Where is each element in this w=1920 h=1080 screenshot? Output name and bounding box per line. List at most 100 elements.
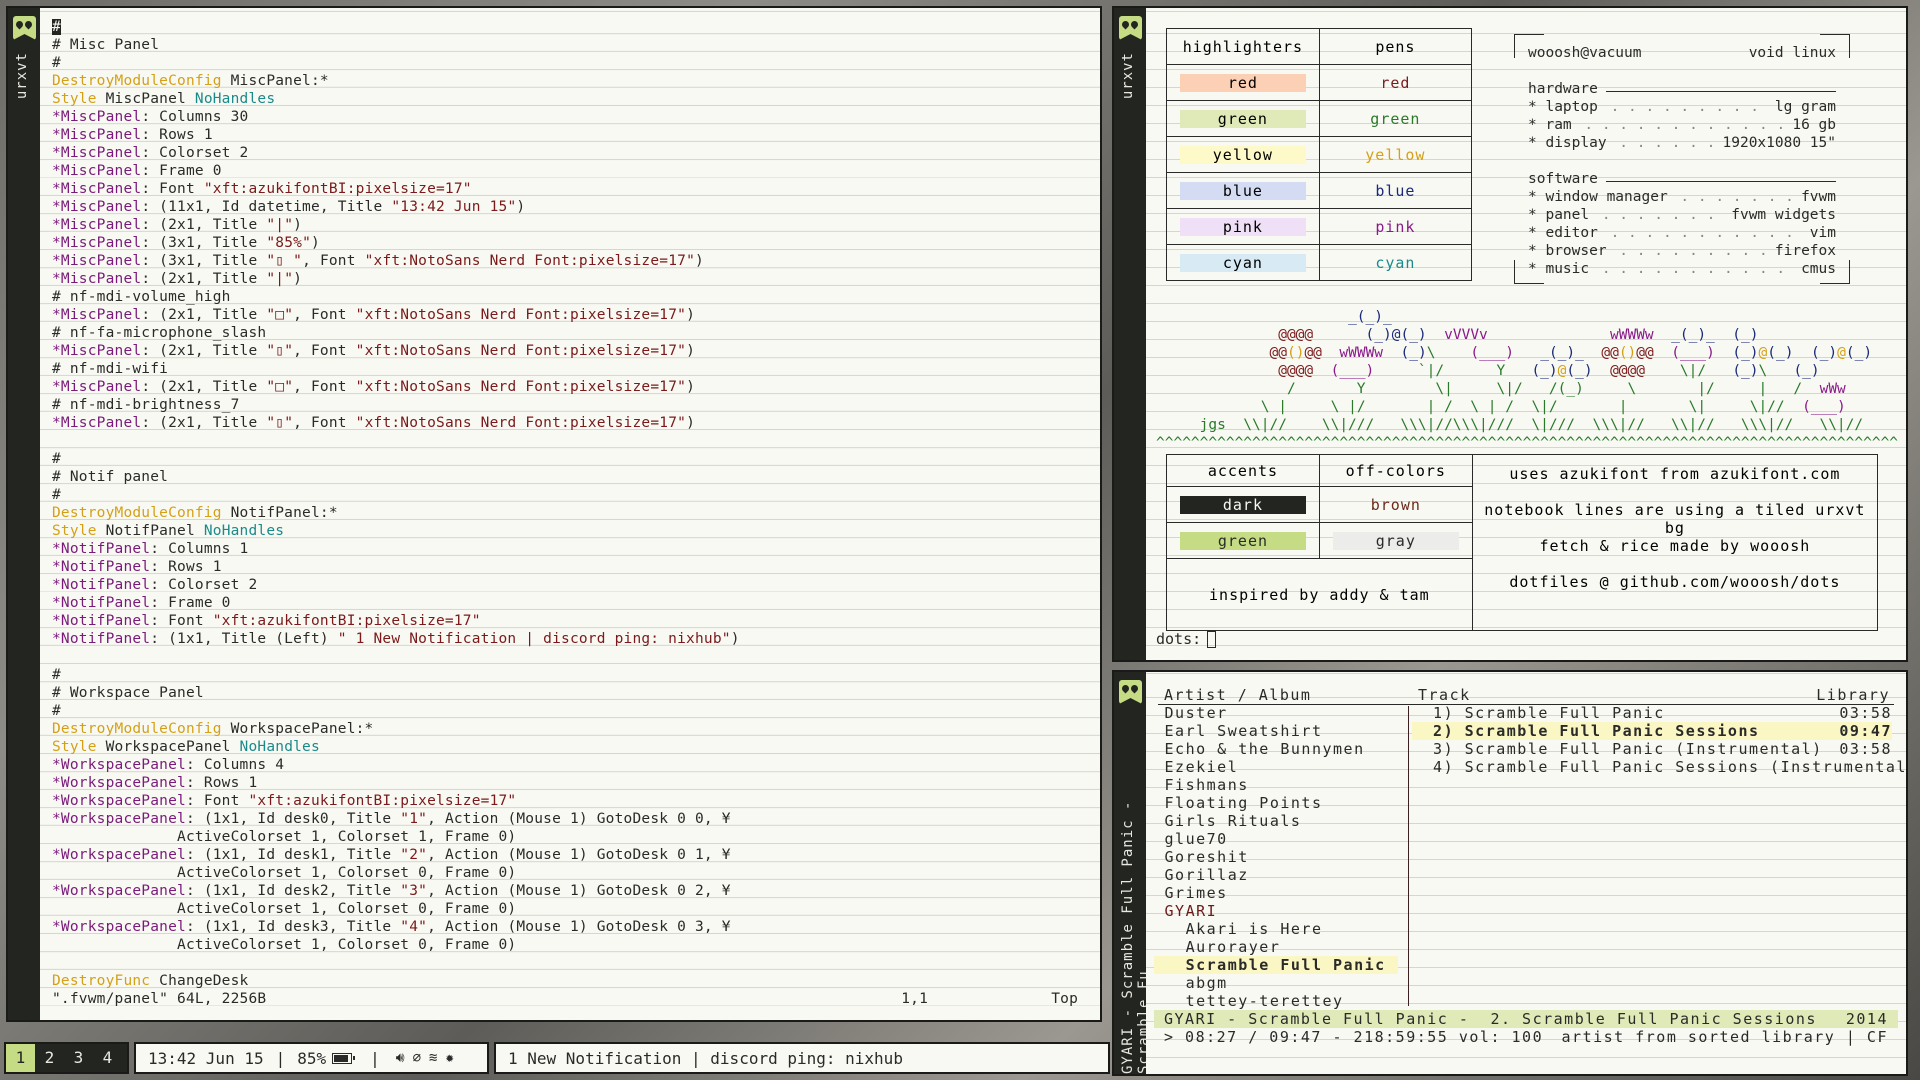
- code-token: , Font: [293, 343, 356, 359]
- artist-item[interactable]: Duster: [1154, 704, 1398, 722]
- ascii-token: (_): [1732, 345, 1759, 361]
- code-token: : (2x1, Title: [141, 217, 267, 233]
- track-item[interactable]: 3) Scramble Full Panic (Instrumental) 03:…: [1412, 740, 1892, 758]
- ascii-token: \ |/: [1330, 399, 1366, 415]
- track-header: Track: [1418, 686, 1471, 704]
- year: 2014: [1845, 1010, 1888, 1028]
- code-token: ): [695, 253, 704, 269]
- vim-buffer[interactable]: # # Misc Panel # DestroyModuleConfig MiscPa…: [40, 8, 1100, 1020]
- code-token: : Frame 0: [141, 163, 222, 179]
- window-sidebar: GYARI - Scramble Full Panic - Scramble F…: [1114, 672, 1152, 1074]
- ascii-token: \ |: [1260, 399, 1287, 415]
- ascii-token: _(_)_: [1540, 345, 1584, 361]
- info-row: * browser . . . . . . . . . . . . . . . …: [1528, 242, 1836, 260]
- artist-item[interactable]: Grimes: [1154, 884, 1398, 902]
- cmus-window[interactable]: GYARI - Scramble Full Panic - Scramble F…: [1112, 670, 1908, 1076]
- ascii-line: / Y \| \|/ /(_) \ |/ | / wWw: [1156, 380, 1898, 398]
- artist-item[interactable]: Floating Points: [1154, 794, 1398, 812]
- artist-item[interactable]: Girls Rituals: [1154, 812, 1398, 830]
- artist-item[interactable]: Ezekiel: [1154, 758, 1398, 776]
- ascii-token: [1514, 399, 1531, 415]
- code-token: ): [686, 307, 695, 323]
- ascii-token: jgs \\|// \\|/// \\\|//\\\|/// \|/// \\\…: [1156, 417, 1864, 433]
- artist-item[interactable]: Fishmans: [1154, 776, 1398, 794]
- highlighter-cell: cyan: [1166, 244, 1320, 281]
- fetch-window[interactable]: urxvt highlighters pens red red green green…: [1112, 6, 1908, 662]
- leader: . . . . . . . . . . . . . . . . . . . . …: [1610, 225, 1806, 241]
- ascii-token: `|/: [1417, 363, 1445, 379]
- code-line: *MiscPanel: (2x1, Title "▯", Font "xft:N…: [52, 414, 1100, 432]
- ascii-token: Y: [1356, 381, 1366, 397]
- microphone-slash-icon[interactable]: ⌀: [413, 1050, 421, 1066]
- artist-item[interactable]: Gorillaz: [1154, 866, 1398, 884]
- code-token: Style: [52, 523, 97, 539]
- code-token: : Font: [141, 181, 204, 197]
- info-value: vim: [1809, 225, 1836, 241]
- artist-item[interactable]: Earl Sweatshirt: [1154, 722, 1398, 740]
- ascii-token: (_): [1566, 363, 1593, 379]
- desk-3-button[interactable]: 3: [64, 1044, 93, 1072]
- editor-window[interactable]: urxvt # # Misc Panel # DestroyModuleConfig …: [6, 6, 1102, 1022]
- info-row: * laptop . . . . . . . . . . . . . . . .…: [1528, 98, 1836, 116]
- workspace-panel: 1234: [4, 1042, 129, 1074]
- ascii-token: [1793, 345, 1810, 361]
- ascii-token: [1156, 345, 1270, 361]
- artist-item[interactable]: glue70: [1154, 830, 1398, 848]
- code-token: : Rows 1: [150, 559, 222, 575]
- shell-prompt[interactable]: dots:: [1156, 630, 1217, 648]
- accent-dark: dark: [1179, 495, 1306, 514]
- ascii-token: [1654, 327, 1671, 343]
- album-item[interactable]: Scramble Full Panic: [1154, 956, 1398, 974]
- ascii-token: /(_): [1548, 381, 1584, 397]
- ascii-token: \: [1627, 381, 1637, 397]
- artist-item[interactable]: GYARI: [1154, 902, 1398, 920]
- code-token: *MiscPanel: [52, 343, 142, 359]
- code-token: , Action (Mouse 1) GotoDesk 0 2, ¥: [427, 883, 731, 899]
- desk-2-button[interactable]: 2: [35, 1044, 64, 1072]
- fetch-content: highlighters pens red red green green yellow…: [1146, 8, 1906, 660]
- artist-item[interactable]: Goreshit: [1154, 848, 1398, 866]
- code-line: # Workspace Panel: [52, 684, 1100, 702]
- code-token: : Columns 4: [185, 757, 285, 773]
- ascii-token: \|: [1688, 399, 1707, 415]
- code-token: "▯": [266, 343, 294, 359]
- volume-high-icon[interactable]: 🔊︎: [396, 1050, 405, 1066]
- info-value: 16 gb: [1792, 117, 1836, 133]
- track-item[interactable]: 2) Scramble Full Panic Sessions 09:47: [1412, 722, 1892, 740]
- album-item[interactable]: tettey-terettey: [1154, 992, 1398, 1010]
- info-key: software: [1528, 171, 1598, 187]
- info-row: * ram . . . . . . . . . . . . . . . . . …: [1528, 116, 1836, 134]
- desk-1-button[interactable]: 1: [6, 1044, 35, 1072]
- code-token: ActiveColorset 1, Colorset 0, Frame 0): [52, 937, 517, 953]
- section-header: hardware: [1528, 80, 1836, 98]
- ascii-token: [1767, 363, 1793, 379]
- info-row: * display . . . . . . . . . . . . . . . …: [1528, 134, 1836, 152]
- ascii-token: [1715, 345, 1732, 361]
- ascii-token: /: [1793, 381, 1803, 397]
- notification-text: 1 New Notification | discord ping: nixhu…: [508, 1048, 903, 1068]
- album-item[interactable]: Aurorayer: [1154, 938, 1398, 956]
- ascii-line: ^^^^^^^^^^^^^^^^^^^^^^^^^^^^^^^^^^^^^^^^…: [1156, 434, 1898, 452]
- datetime: 13:42 Jun 15: [148, 1048, 264, 1068]
- notification-panel[interactable]: 1 New Notification | discord ping: nixhu…: [494, 1042, 1110, 1074]
- album-item[interactable]: Akari is Here: [1154, 920, 1398, 938]
- wifi-icon[interactable]: ≋: [429, 1050, 437, 1066]
- track-item[interactable]: 4) Scramble Full Panic Sessions (Instrum…: [1412, 758, 1906, 776]
- code-line: *WorkspacePanel: Font "xft:azukifontBI:p…: [52, 792, 1100, 810]
- code-token: *NotifPanel: [52, 559, 151, 575]
- info-key: * music: [1528, 261, 1590, 277]
- code-token: ChangeDesk: [150, 973, 249, 989]
- ascii-token: @@@@: [1278, 363, 1314, 379]
- album-item[interactable]: abgm: [1154, 974, 1398, 992]
- ascii-token: [1444, 363, 1496, 379]
- code-token: DestroyModuleConfig: [52, 505, 222, 521]
- brightness-icon[interactable]: ✹: [445, 1050, 453, 1066]
- code-line: *MiscPanel: Frame 0: [52, 162, 1100, 180]
- desk-4-button[interactable]: 4: [93, 1044, 122, 1072]
- code-token: : (3x1, Title: [141, 253, 267, 269]
- artist-item[interactable]: Echo & the Bunnymen: [1154, 740, 1398, 758]
- ascii-token: (_): [1767, 345, 1794, 361]
- track-item[interactable]: 1) Scramble Full Panic 03:58: [1412, 704, 1892, 722]
- highlighter-blue: blue: [1179, 181, 1306, 200]
- ascii-token: (_): [1400, 327, 1427, 343]
